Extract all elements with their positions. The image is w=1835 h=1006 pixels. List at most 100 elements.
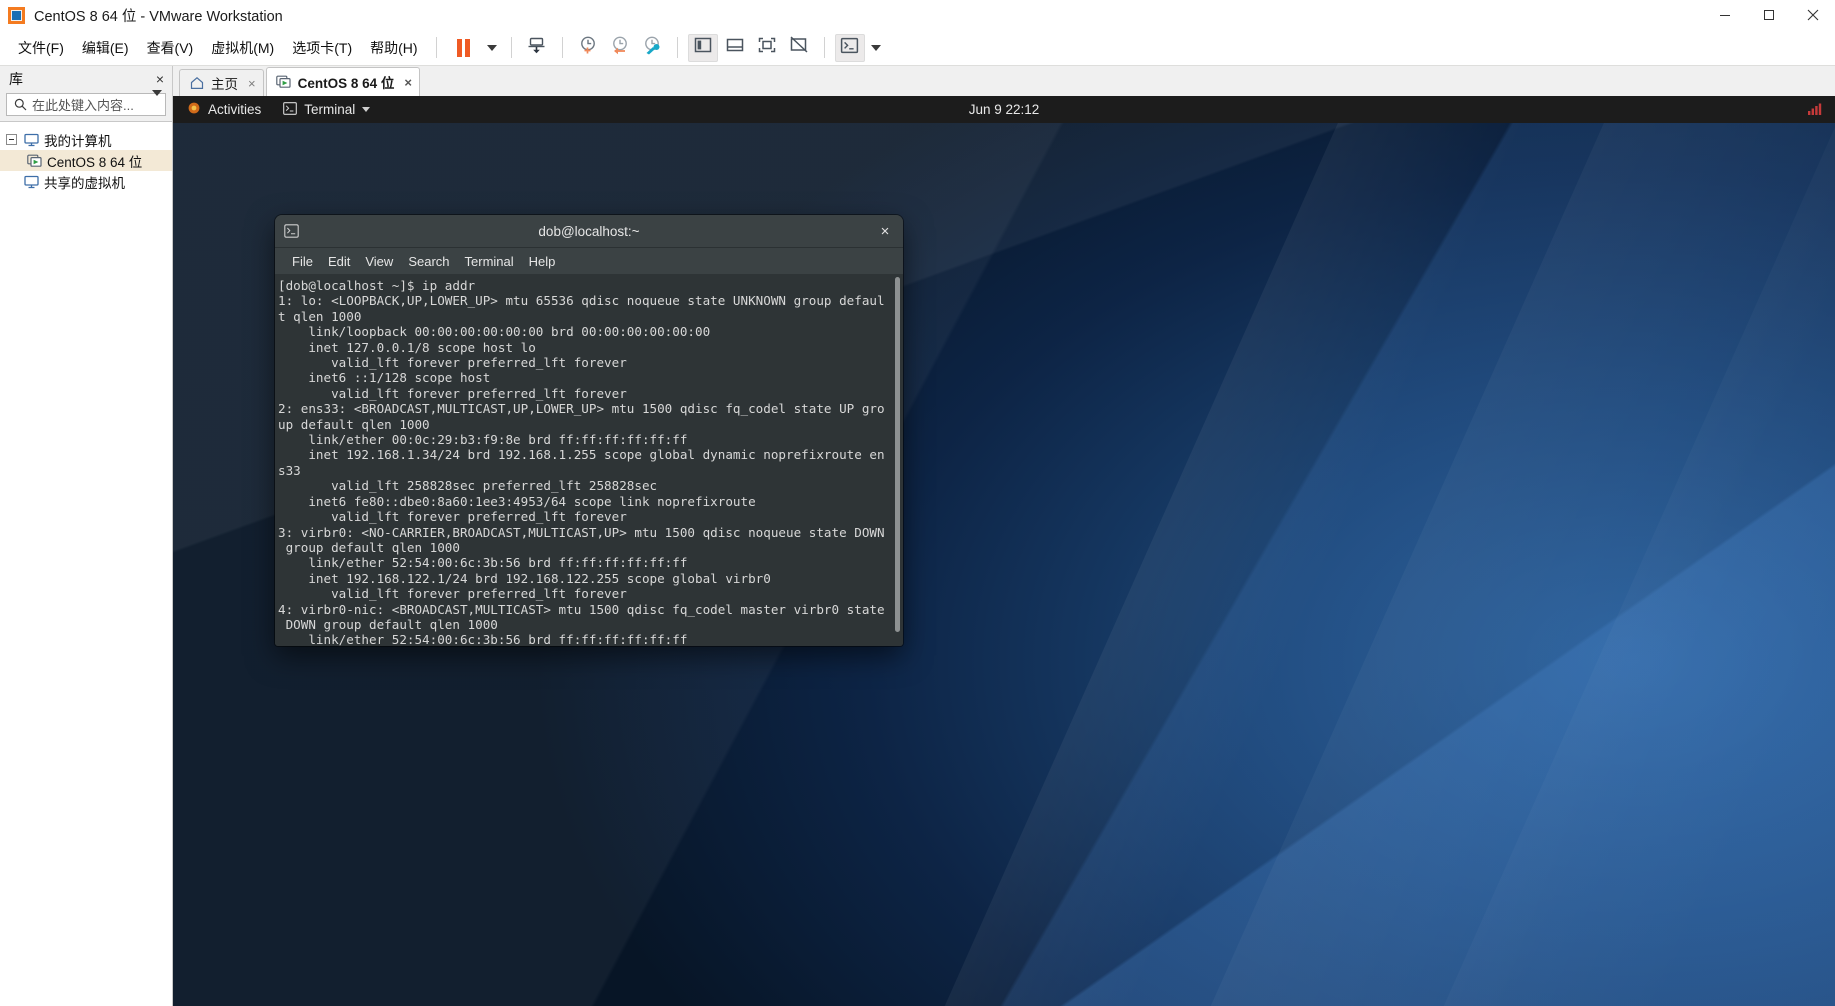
menubar: 文件(F) 编辑(E) 查看(V) 虚拟机(M) 选项卡(T) 帮助(H)	[0, 30, 1835, 66]
thumbnail-bar-icon	[725, 36, 745, 59]
snapshot-manager-button[interactable]	[637, 34, 667, 62]
main-body: 库 × 在此处键入内容... 我的计算机 CentOS 8 64 位 共享的虚拟…	[0, 66, 1835, 1006]
terminal-scrollbar[interactable]	[895, 277, 900, 643]
chevron-down-icon	[870, 44, 881, 51]
vmware-workstation-window: CentOS 8 64 位 - VMware Workstation 文件(F)…	[0, 0, 1835, 1006]
terminal-menu-view[interactable]: View	[358, 252, 400, 271]
fullscreen-button[interactable]	[752, 34, 782, 62]
console-icon	[840, 37, 859, 59]
snapshot-add-icon	[577, 34, 599, 61]
terminal-icon	[283, 223, 300, 240]
terminal-menu-file[interactable]: File	[285, 252, 320, 271]
library-close-button[interactable]: ×	[156, 71, 164, 87]
terminal-menu-edit[interactable]: Edit	[321, 252, 357, 271]
vm-running-icon	[276, 74, 292, 90]
gnome-top-bar: Activities Terminal Jun 9 22:12	[173, 96, 1835, 123]
menu-tabs[interactable]: 选项卡(T)	[283, 34, 361, 62]
snapshot-revert-icon	[609, 34, 631, 61]
minimize-button[interactable]	[1703, 0, 1747, 30]
menu-view[interactable]: 查看(V)	[138, 34, 203, 62]
tree-item-label: 共享的虚拟机	[44, 175, 125, 191]
tabbar: 主页 × CentOS 8 64 位 ×	[173, 66, 1835, 96]
activities-icon	[187, 101, 201, 118]
toolbar-separator	[510, 37, 512, 58]
app-menu-label: Terminal	[304, 102, 356, 117]
vm-settings-icon	[526, 35, 547, 61]
menu-file[interactable]: 文件(F)	[9, 34, 73, 62]
menu-vm[interactable]: 虚拟机(M)	[202, 34, 283, 62]
maximize-button[interactable]	[1747, 0, 1791, 30]
snapshot-take-button[interactable]	[573, 34, 603, 62]
tab-label: 主页	[211, 77, 238, 92]
terminal-menubar: File Edit View Search Terminal Help	[275, 248, 903, 274]
console-view-button[interactable]	[834, 33, 865, 62]
tab-home[interactable]: 主页 ×	[179, 69, 264, 96]
fullscreen-icon	[757, 36, 777, 59]
library-search-row: 在此处键入内容...	[0, 89, 172, 121]
computer-icon	[23, 132, 39, 148]
library-panel-icon	[693, 36, 713, 59]
tree-item-my-computer[interactable]: 我的计算机	[0, 129, 172, 150]
toolbar-separator	[435, 37, 437, 58]
tab-label: CentOS 8 64 位	[297, 76, 395, 91]
close-button[interactable]	[1791, 0, 1835, 30]
tab-centos8[interactable]: CentOS 8 64 位 ×	[265, 67, 420, 96]
terminal-output-area[interactable]: [dob@localhost ~]$ ip addr 1: lo: <LOOPB…	[275, 274, 903, 646]
window-controls	[1703, 0, 1835, 30]
chevron-down-icon	[362, 107, 371, 112]
window-title: CentOS 8 64 位 - VMware Workstation	[34, 8, 283, 25]
toolbar-separator	[561, 37, 563, 58]
tab-close-button[interactable]: ×	[404, 75, 412, 90]
window-titlebar: CentOS 8 64 位 - VMware Workstation	[0, 0, 1835, 30]
snapshot-revert-button[interactable]	[605, 34, 635, 62]
pause-icon	[457, 38, 471, 57]
library-title: 库	[9, 71, 23, 87]
tab-close-button[interactable]: ×	[248, 76, 256, 91]
terminal-menu-terminal[interactable]: Terminal	[458, 252, 521, 271]
edit-vm-settings-button[interactable]	[522, 34, 552, 62]
search-icon	[13, 97, 28, 112]
library-header: 库 ×	[0, 66, 172, 92]
tree-item-shared-vms[interactable]: 共享的虚拟机	[0, 171, 172, 192]
console-dropdown[interactable]	[866, 34, 886, 62]
terminal-menu-search[interactable]: Search	[401, 252, 456, 271]
vmware-logo-icon	[8, 6, 25, 24]
tree-item-label: CentOS 8 64 位	[47, 154, 143, 170]
chevron-down-icon	[152, 89, 162, 113]
system-status-icon	[1807, 102, 1823, 118]
unity-mode-icon	[789, 36, 809, 59]
gnome-terminal-window[interactable]: dob@localhost:~ × File Edit View Search …	[275, 215, 903, 646]
menu-edit[interactable]: 编辑(E)	[73, 34, 138, 62]
tree-item-centos8[interactable]: CentOS 8 64 位	[0, 150, 172, 171]
tree-item-label: 我的计算机	[44, 133, 112, 149]
library-tree: 我的计算机 CentOS 8 64 位 共享的虚拟机	[0, 121, 172, 1006]
activities-button[interactable]: Activities	[183, 99, 265, 120]
home-icon	[189, 75, 205, 91]
titlebar-left: CentOS 8 64 位 - VMware Workstation	[0, 5, 283, 26]
search-box[interactable]: 在此处键入内容...	[6, 89, 166, 116]
terminal-output-text: [dob@localhost ~]$ ip addr 1: lo: <LOOPB…	[278, 278, 885, 646]
vm-running-icon	[26, 153, 42, 169]
vm-console-screen[interactable]: Activities Terminal Jun 9 22:12 dob@loca…	[173, 96, 1835, 1006]
activities-label: Activities	[208, 102, 262, 117]
menu-help[interactable]: 帮助(H)	[361, 34, 426, 62]
unity-button[interactable]	[784, 34, 814, 62]
app-menu-button[interactable]: Terminal	[279, 100, 374, 120]
shared-vms-icon	[23, 174, 39, 190]
terminal-icon	[283, 101, 298, 118]
right-pane: 主页 × CentOS 8 64 位 × Activities Terminal…	[173, 66, 1835, 1006]
search-input[interactable]: 在此处键入内容...	[28, 95, 150, 114]
terminal-menu-help[interactable]: Help	[522, 252, 563, 271]
suspend-button[interactable]	[447, 34, 481, 62]
gnome-topbar-right[interactable]	[1807, 102, 1835, 118]
power-dropdown[interactable]	[482, 34, 502, 62]
show-thumbnail-bar-button[interactable]	[720, 34, 750, 62]
terminal-close-button[interactable]: ×	[875, 223, 895, 240]
gnome-clock[interactable]: Jun 9 22:12	[173, 102, 1835, 117]
toolbar-separator	[823, 37, 825, 58]
terminal-title: dob@localhost:~	[538, 223, 640, 239]
search-dropdown-button[interactable]	[152, 89, 162, 114]
expander-icon[interactable]	[6, 134, 17, 145]
show-library-button[interactable]	[687, 33, 718, 62]
chevron-down-icon	[486, 44, 497, 51]
